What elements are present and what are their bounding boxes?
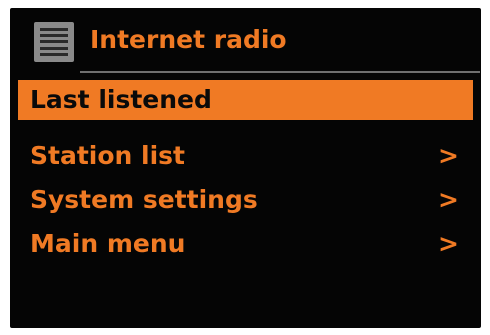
screen-header: Internet radio [10,8,481,70]
menu-item-label: Last listened [30,85,212,114]
menu-item-label: Main menu [30,229,186,258]
menu-list-icon [34,22,74,62]
menu-list-icon-bar [40,52,68,56]
menu-item-system-settings[interactable]: System settings > [18,180,473,220]
chevron-right-icon: > [438,185,459,214]
menu-item-station-list[interactable]: Station list > [18,136,473,176]
menu-item-last-listened[interactable]: Last listened [18,80,473,120]
chevron-right-icon: > [438,229,459,258]
menu-list-icon-bar [40,46,68,50]
menu-list-icon-bar [40,28,68,32]
menu-item-label: System settings [30,185,258,214]
header-divider [80,71,480,73]
screen-title: Internet radio [90,25,287,54]
radio-display-screen: Internet radio Last listened Station lis… [10,8,481,328]
chevron-right-icon: > [438,141,459,170]
menu-list-icon-bar [40,34,68,38]
menu-item-main-menu[interactable]: Main menu > [18,224,473,264]
menu-list-icon-bar [40,40,68,44]
menu-item-label: Station list [30,141,185,170]
